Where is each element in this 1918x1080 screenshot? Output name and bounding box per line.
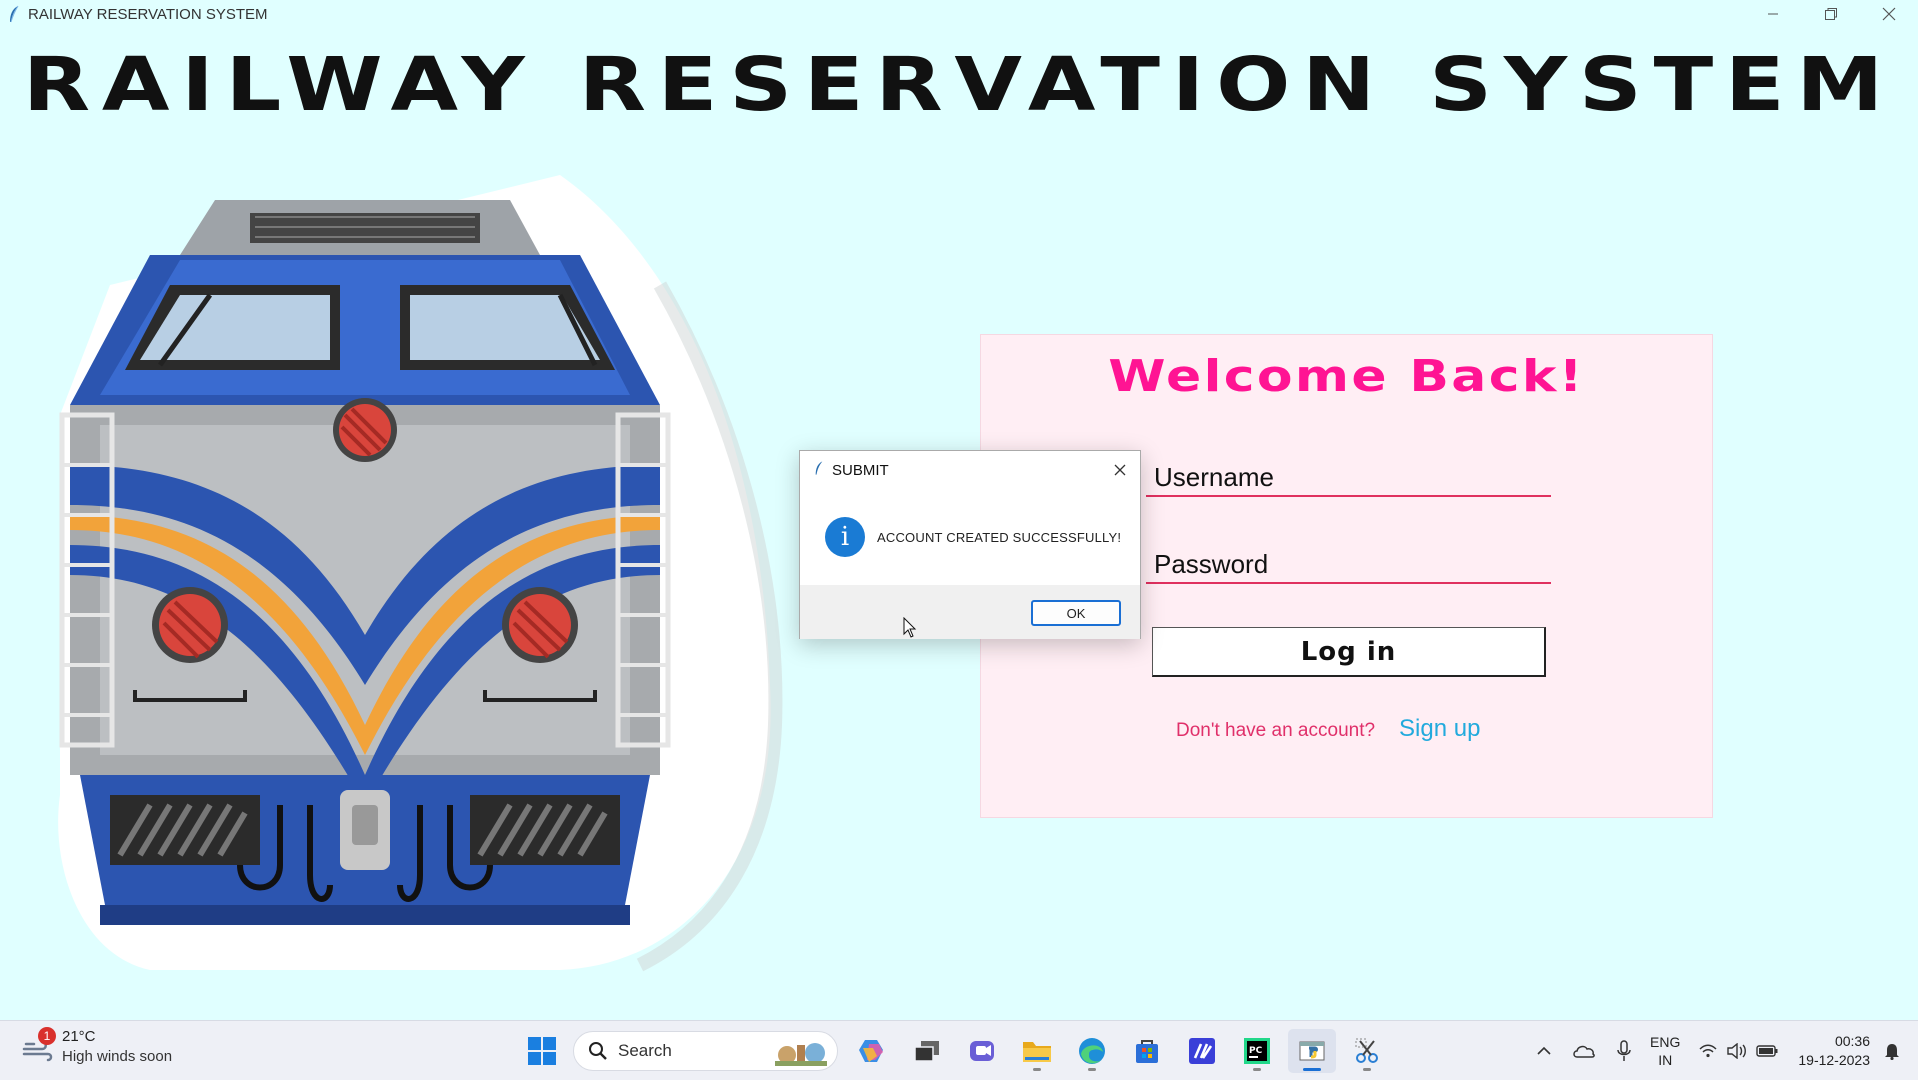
taskbar: 1 21°C High winds soon Search PC ENG IN … <box>0 1020 1918 1080</box>
signup-link[interactable]: Sign up <box>1399 715 1480 743</box>
svg-text:PC: PC <box>1249 1046 1263 1056</box>
mouse-cursor-icon <box>903 617 917 638</box>
language-line2: IN <box>1658 1052 1673 1068</box>
password-field[interactable]: Password <box>1146 542 1551 584</box>
language-line1: ENG <box>1650 1034 1681 1050</box>
window-titlebar: RAILWAY RESERVATION SYSTEM <box>0 0 1918 28</box>
dialog-title: SUBMIT <box>832 461 889 479</box>
close-window-button[interactable] <box>1860 0 1918 28</box>
start-icon[interactable] <box>518 1029 566 1073</box>
wifi-icon[interactable] <box>1694 1036 1722 1066</box>
search-placeholder: Search <box>618 1041 672 1060</box>
chevron-up-icon[interactable] <box>1524 1036 1564 1066</box>
python-app-icon[interactable] <box>1288 1029 1336 1073</box>
visual-studio-icon[interactable] <box>1178 1029 1226 1073</box>
username-placeholder: Username <box>1154 462 1274 492</box>
clock[interactable]: 00:36 19-12-2023 <box>1798 1032 1870 1070</box>
clock-time: 00:36 <box>1834 1033 1870 1049</box>
welcome-heading: Welcome Back! <box>1108 351 1585 402</box>
notification-bell-icon[interactable] <box>1880 1036 1904 1066</box>
weather-temp: 21°C <box>62 1028 96 1045</box>
taskbar-search[interactable]: Search <box>573 1031 838 1071</box>
restore-button[interactable] <box>1802 0 1860 28</box>
battery-icon[interactable] <box>1752 1036 1782 1066</box>
search-icon <box>589 1042 607 1060</box>
edge-icon[interactable] <box>1068 1029 1116 1073</box>
volume-icon[interactable] <box>1722 1036 1752 1066</box>
wind-icon: 1 <box>20 1027 56 1065</box>
weather-badge: 1 <box>38 1027 56 1045</box>
train-front-icon <box>58 175 783 972</box>
signup-row: Don't have an account? Sign up <box>1176 715 1480 743</box>
microphone-icon[interactable] <box>1604 1036 1644 1066</box>
username-field[interactable]: Username <box>1146 455 1551 497</box>
submit-dialog: SUBMIT i ACCOUNT CREATED SUCCESSFULLY! O… <box>799 450 1141 639</box>
store-icon[interactable] <box>1123 1029 1171 1073</box>
no-account-text: Don't have an account? <box>1176 720 1376 741</box>
copilot-icon[interactable] <box>848 1029 896 1073</box>
weather-widget[interactable]: 1 21°C High winds soon <box>20 1027 172 1067</box>
app-heading: RAILWAY RESERVATION SYSTEM <box>22 42 1896 128</box>
onedrive-icon[interactable] <box>1564 1036 1604 1066</box>
feather-icon <box>814 460 824 480</box>
dialog-footer: OK <box>800 585 1140 639</box>
window-title: RAILWAY RESERVATION SYSTEM <box>28 5 268 23</box>
weather-forecast: High winds soon <box>62 1048 173 1065</box>
clock-date: 19-12-2023 <box>1798 1052 1870 1068</box>
system-tray: ENG IN 00:36 19-12-2023 <box>1524 1029 1904 1073</box>
dialog-close-icon[interactable] <box>1110 460 1130 480</box>
dialog-titlebar: SUBMIT <box>800 451 1140 489</box>
file-explorer-icon[interactable] <box>1013 1029 1061 1073</box>
pycharm-icon[interactable]: PC <box>1233 1029 1281 1073</box>
feather-icon <box>4 4 24 24</box>
dialog-message: ACCOUNT CREATED SUCCESSFULLY! <box>877 529 1122 545</box>
task-view-icon[interactable] <box>903 1029 951 1073</box>
search-highlight-icon <box>775 1043 827 1066</box>
info-icon: i <box>825 517 865 557</box>
password-placeholder: Password <box>1154 549 1269 579</box>
snipping-tool-icon[interactable] <box>1343 1029 1391 1073</box>
minimize-button[interactable] <box>1744 0 1802 28</box>
ok-button[interactable]: OK <box>1031 600 1121 626</box>
teams-icon[interactable] <box>958 1029 1006 1073</box>
login-button[interactable]: Log in <box>1152 627 1546 677</box>
language-indicator[interactable]: ENG IN <box>1650 1033 1680 1069</box>
